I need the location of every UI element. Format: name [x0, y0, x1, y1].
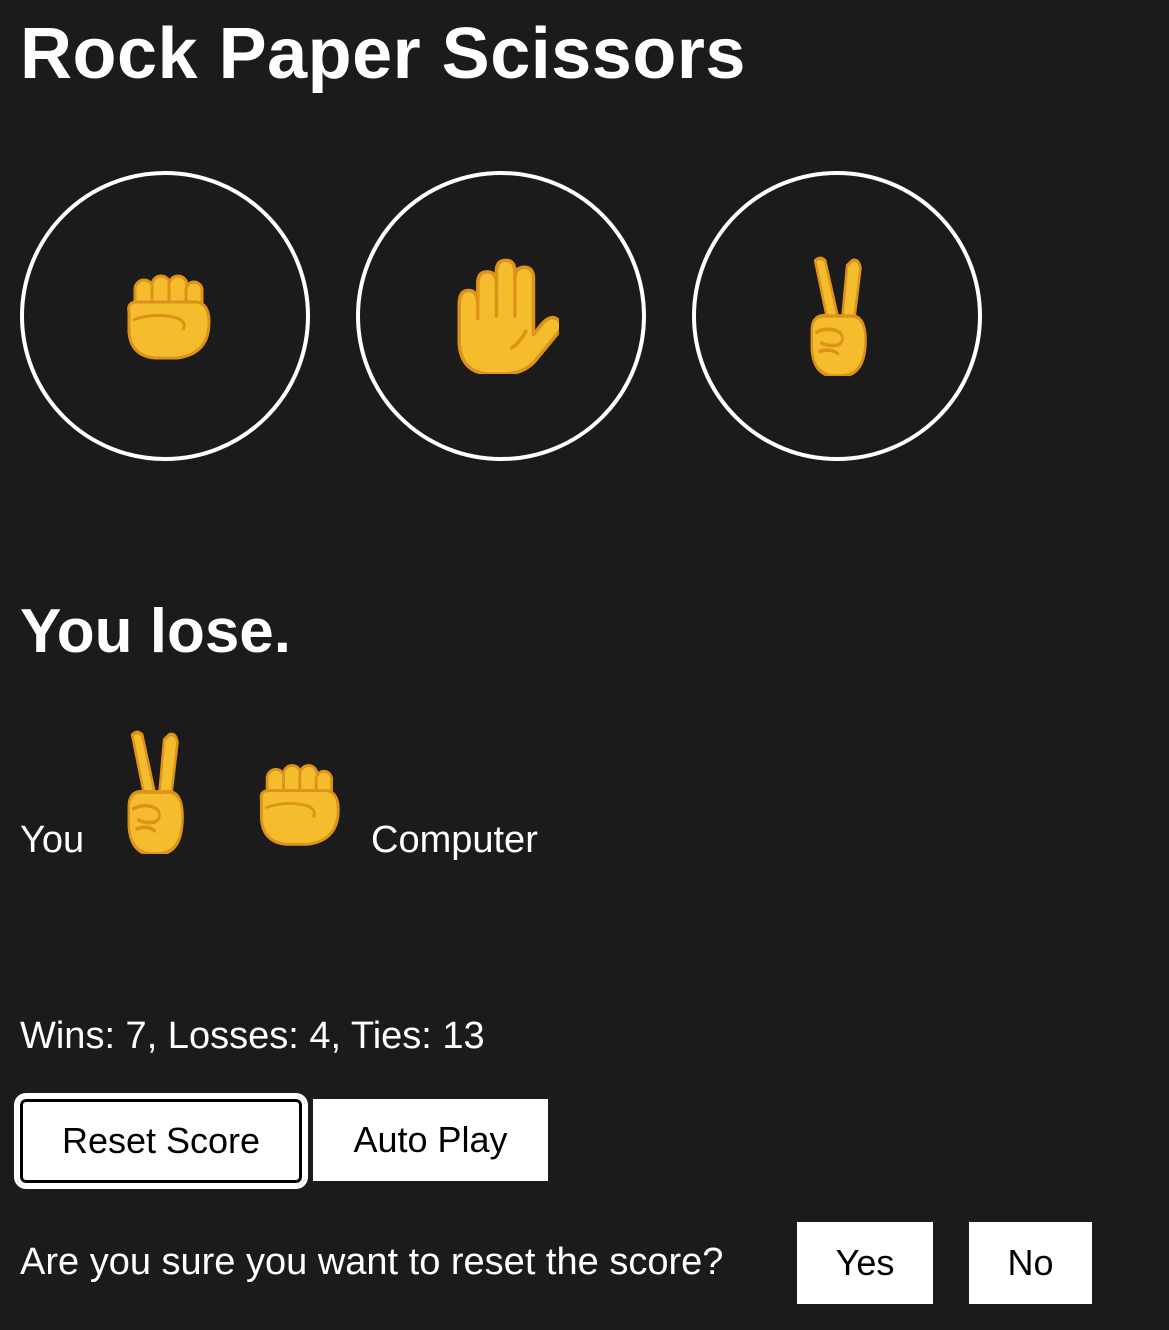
raised-fist-icon [115, 266, 215, 366]
paper-move-button[interactable] [356, 171, 646, 461]
computer-label: Computer [371, 819, 538, 861]
raised-fist-icon [246, 756, 346, 852]
confirm-yes-button[interactable]: Yes [797, 1222, 933, 1304]
reset-confirm-question: Are you sure you want to reset the score… [20, 1241, 724, 1283]
victory-hand-icon [795, 256, 879, 376]
victory-hand-icon [112, 730, 196, 854]
player-label: You [20, 819, 85, 861]
raised-hand-icon [457, 258, 559, 374]
game-page: Rock Paper Scissors You lose. You Comput… [0, 0, 1169, 1330]
confirm-no-button[interactable]: No [969, 1222, 1092, 1304]
page-title: Rock Paper Scissors [20, 14, 746, 94]
scissors-move-button[interactable] [692, 171, 982, 461]
reset-score-button[interactable]: Reset Score [17, 1096, 305, 1186]
rock-move-button[interactable] [20, 171, 310, 461]
auto-play-button[interactable]: Auto Play [313, 1099, 548, 1181]
result-text: You lose. [20, 597, 292, 666]
last-round-moves: You Computer [20, 720, 720, 870]
score-text: Wins: 7, Losses: 4, Ties: 13 [20, 1015, 485, 1057]
